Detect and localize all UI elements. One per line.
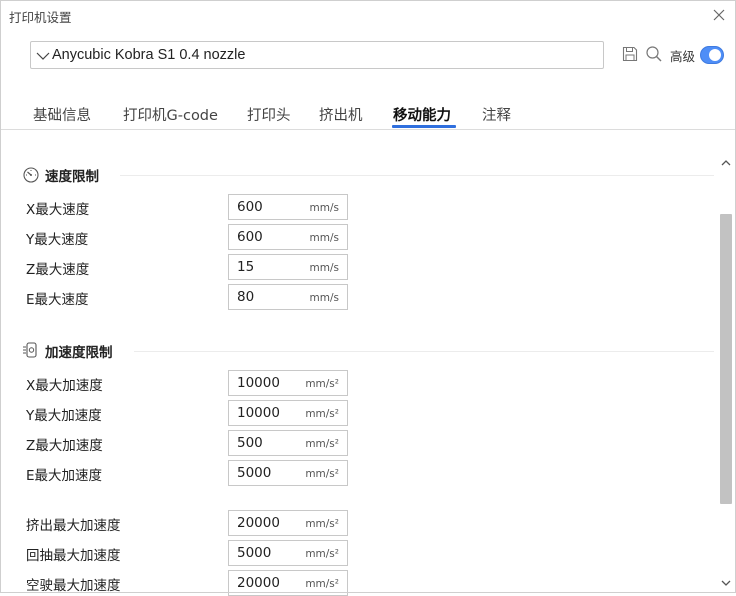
field-value: 10000: [237, 405, 280, 421]
field-unit: mm/s: [309, 202, 339, 214]
search-icon[interactable]: [645, 45, 663, 63]
setting-row: 回抽最大加速度 5000 mm/s²: [0, 540, 700, 566]
setting-label: X最大速度: [26, 202, 90, 218]
field-value: 5000: [237, 465, 272, 481]
field-unit: mm/s: [309, 262, 339, 274]
preset-toolbar: Anycubic Kobra S1 0.4 nozzle 高级: [0, 30, 736, 85]
field-value: 20000: [237, 515, 280, 531]
setting-row: Z最大速度 15 mm/s: [0, 254, 700, 280]
tab-extruder[interactable]: 挤出机: [319, 104, 363, 125]
scroll-down-icon[interactable]: [721, 578, 731, 588]
field-unit: mm/s: [309, 292, 339, 304]
field-unit: mm/s: [309, 232, 339, 244]
setting-row: X最大加速度 10000 mm/s²: [0, 370, 700, 396]
toggle-knob: [709, 49, 721, 61]
setting-label: Y最大加速度: [26, 408, 102, 424]
setting-row: Y最大速度 600 mm/s: [0, 224, 700, 250]
field-unit: mm/s²: [305, 438, 339, 450]
setting-row: Z最大加速度 500 mm/s²: [0, 430, 700, 456]
x-max-speed-input[interactable]: 600 mm/s: [228, 194, 348, 220]
z-max-speed-input[interactable]: 15 mm/s: [228, 254, 348, 280]
setting-label: 挤出最大加速度: [26, 518, 121, 534]
x-max-accel-input[interactable]: 10000 mm/s²: [228, 370, 348, 396]
setting-row: 挤出最大加速度 20000 mm/s²: [0, 510, 700, 536]
field-unit: mm/s²: [305, 578, 339, 590]
y-max-speed-input[interactable]: 600 mm/s: [228, 224, 348, 250]
tab-bar: 基础信息 打印机G-code 打印头 挤出机 移动能力 注释: [0, 96, 736, 130]
travel-max-accel-input[interactable]: 20000 mm/s²: [228, 570, 348, 596]
field-value: 600: [237, 199, 263, 215]
tab-printhead[interactable]: 打印头: [247, 104, 291, 125]
setting-row: E最大加速度 5000 mm/s²: [0, 460, 700, 486]
acceleration-icon: [23, 342, 37, 358]
retract-max-accel-input[interactable]: 5000 mm/s²: [228, 540, 348, 566]
setting-label: Z最大加速度: [26, 438, 103, 454]
setting-row: E最大速度 80 mm/s: [0, 284, 700, 310]
setting-label: Z最大速度: [26, 262, 90, 278]
field-unit: mm/s²: [305, 378, 339, 390]
window-title: 打印机设置: [9, 10, 72, 25]
tab-motion-ability[interactable]: 移动能力: [393, 104, 451, 125]
field-value: 500: [237, 435, 263, 451]
extrude-max-accel-input[interactable]: 20000 mm/s²: [228, 510, 348, 536]
setting-row: 空驶最大加速度 20000 mm/s²: [0, 570, 700, 596]
section-divider: [120, 175, 714, 176]
setting-label: 空驶最大加速度: [26, 578, 121, 594]
e-max-speed-input[interactable]: 80 mm/s: [228, 284, 348, 310]
advanced-label: 高级: [670, 49, 696, 64]
setting-label: E最大速度: [26, 292, 89, 308]
active-tab-indicator: [392, 125, 456, 128]
section-divider: [134, 351, 714, 352]
field-value: 5000: [237, 545, 272, 561]
accel-limit-title: 加速度限制: [45, 345, 113, 361]
setting-row: X最大速度 600 mm/s: [0, 194, 700, 220]
printer-preset-select[interactable]: Anycubic Kobra S1 0.4 nozzle: [30, 41, 604, 69]
z-max-accel-input[interactable]: 500 mm/s²: [228, 430, 348, 456]
tab-printer-gcode[interactable]: 打印机G-code: [123, 104, 218, 125]
setting-row: Y最大加速度 10000 mm/s²: [0, 400, 700, 426]
printer-preset-value: Anycubic Kobra S1 0.4 nozzle: [52, 47, 246, 63]
y-max-accel-input[interactable]: 10000 mm/s²: [228, 400, 348, 426]
setting-label: E最大加速度: [26, 468, 103, 484]
tab-notes[interactable]: 注释: [482, 104, 511, 125]
close-icon[interactable]: [712, 8, 726, 22]
setting-label: Y最大速度: [26, 232, 89, 248]
setting-label: X最大加速度: [26, 378, 103, 394]
advanced-toggle[interactable]: [700, 46, 724, 64]
scrollbar-thumb[interactable]: [720, 214, 732, 504]
field-unit: mm/s²: [305, 408, 339, 420]
field-unit: mm/s²: [305, 518, 339, 530]
field-unit: mm/s²: [305, 468, 339, 480]
field-value: 600: [237, 229, 263, 245]
speed-limit-title: 速度限制: [45, 169, 99, 185]
field-value: 20000: [237, 575, 280, 591]
vertical-scrollbar[interactable]: [718, 154, 734, 592]
chevron-down-icon: [36, 52, 50, 60]
field-value: 10000: [237, 375, 280, 391]
setting-label: 回抽最大加速度: [26, 548, 121, 564]
field-value: 15: [237, 259, 255, 275]
field-value: 80: [237, 289, 255, 305]
save-icon[interactable]: [621, 45, 639, 63]
e-max-accel-input[interactable]: 5000 mm/s²: [228, 460, 348, 486]
tab-basic-info[interactable]: 基础信息: [33, 104, 91, 125]
speedometer-icon: [23, 167, 39, 183]
title-bar: 打印机设置: [0, 0, 736, 30]
scroll-up-icon[interactable]: [721, 158, 731, 168]
field-unit: mm/s²: [305, 548, 339, 560]
